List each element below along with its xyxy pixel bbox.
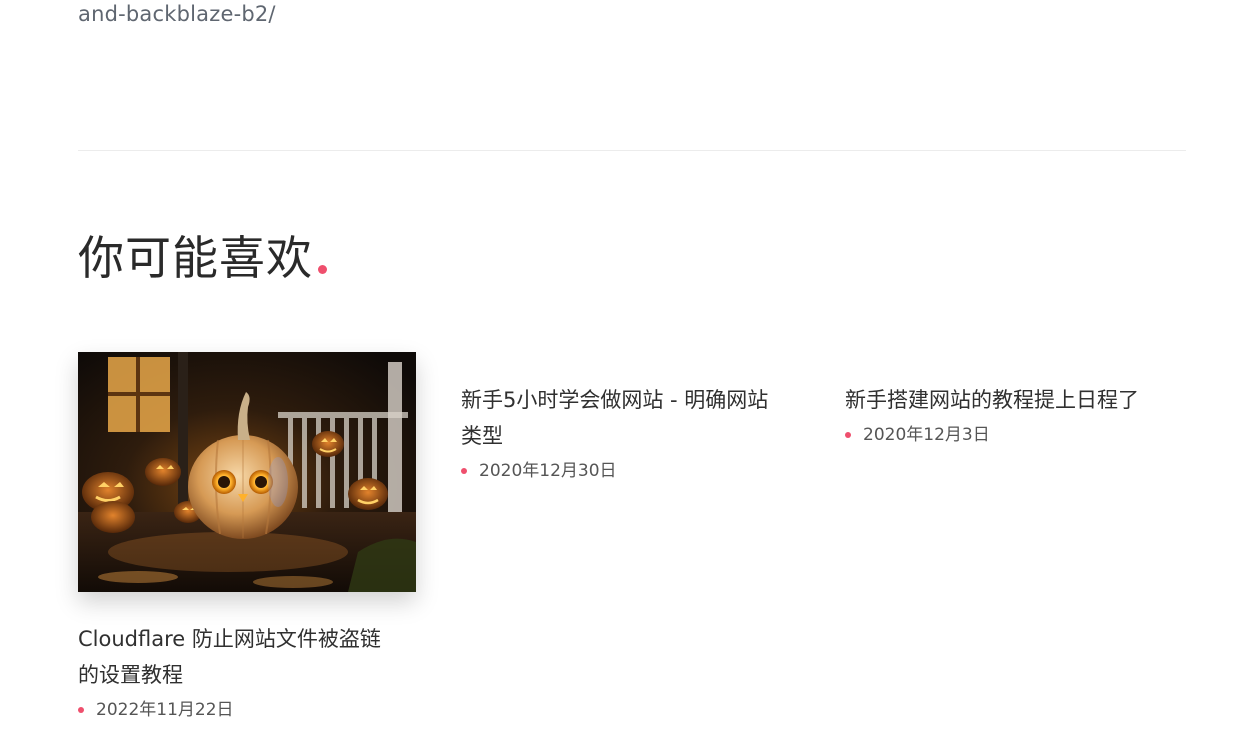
heading-accent-dot [318, 265, 327, 274]
halloween-pumpkins-image [78, 352, 416, 592]
related-posts-heading: 你可能喜欢 [78, 228, 327, 288]
post-title-line[interactable]: 新手搭建网站的教程提上日程了 [845, 382, 1190, 418]
post-date-meta: 2020年12月30日 [461, 459, 806, 483]
related-post-card[interactable]: 新手搭建网站的教程提上日程了 2020年12月3日 [845, 382, 1190, 447]
post-title-line[interactable]: Cloudflare 防止网站文件被盗链 [78, 621, 416, 657]
related-post-card[interactable]: 新手5小时学会做网站 - 明确网站 类型 2020年12月30日 [461, 382, 806, 483]
post-thumbnail-image[interactable] [78, 352, 416, 592]
related-posts-heading-text: 你可能喜欢 [78, 231, 313, 285]
meta-bullet-dot [78, 707, 84, 713]
meta-bullet-dot [845, 432, 851, 438]
post-title-line[interactable]: 类型 [461, 418, 806, 454]
post-date-meta: 2020年12月3日 [845, 423, 1190, 447]
related-post-card[interactable]: Cloudflare 防止网站文件被盗链 的设置教程 2022年11月22日 [78, 352, 416, 722]
post-title[interactable]: 新手5小时学会做网站 - 明确网站 类型 [461, 382, 806, 454]
meta-bullet-dot [461, 468, 467, 474]
post-date: 2020年12月3日 [863, 425, 990, 445]
post-title-line[interactable]: 新手5小时学会做网站 - 明确网站 [461, 382, 806, 418]
post-title[interactable]: 新手搭建网站的教程提上日程了 [845, 382, 1190, 418]
post-title-line[interactable]: 的设置教程 [78, 657, 416, 693]
post-date: 2022年11月22日 [96, 700, 234, 720]
article-link-tail[interactable]: and-backblaze-b2/ [78, 0, 276, 28]
post-date: 2020年12月30日 [479, 461, 617, 481]
post-title[interactable]: Cloudflare 防止网站文件被盗链 的设置教程 [78, 621, 416, 693]
section-divider [78, 150, 1186, 151]
post-date-meta: 2022年11月22日 [78, 698, 416, 722]
